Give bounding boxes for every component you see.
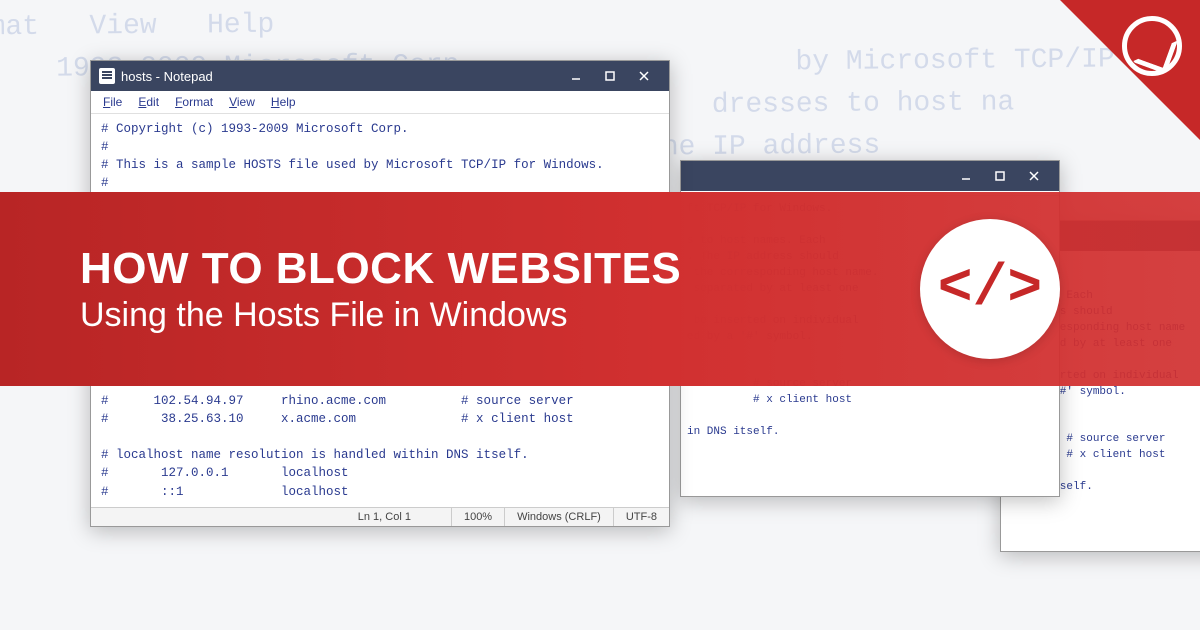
banner-title: HOW TO BLOCK WEBSITES xyxy=(80,244,681,294)
notepad-app-icon xyxy=(99,68,115,84)
banner-subtitle: Using the Hosts File in Windows xyxy=(80,296,681,335)
maximize-button[interactable] xyxy=(983,161,1017,191)
close-button[interactable] xyxy=(627,61,661,91)
titlebar[interactable] xyxy=(681,161,1059,191)
titlebar[interactable]: hosts - Notepad xyxy=(91,61,669,91)
status-zoom: 100% xyxy=(451,508,504,526)
brand-logo-icon xyxy=(1122,16,1182,76)
menu-help[interactable]: Help xyxy=(265,93,302,111)
code-badge-icon: </> xyxy=(920,219,1060,359)
status-bar: Ln 1, Col 1 100% Windows (CRLF) UTF-8 xyxy=(91,507,669,526)
menu-edit[interactable]: Edit xyxy=(132,93,165,111)
menu-bar: File Edit Format View Help xyxy=(91,91,669,114)
status-line-ending: Windows (CRLF) xyxy=(504,508,613,526)
brand-corner xyxy=(1060,0,1200,140)
minimize-button[interactable] xyxy=(559,61,593,91)
window-title: hosts - Notepad xyxy=(121,69,559,84)
minimize-button[interactable] xyxy=(949,161,983,191)
menu-file[interactable]: File xyxy=(97,93,128,111)
close-button[interactable] xyxy=(1017,161,1051,191)
menu-format[interactable]: Format xyxy=(169,93,219,111)
status-position: Ln 1, Col 1 xyxy=(91,508,451,526)
status-encoding: UTF-8 xyxy=(613,508,669,526)
headline-banner: HOW TO BLOCK WEBSITES Using the Hosts Fi… xyxy=(0,192,1200,386)
menu-view[interactable]: View xyxy=(223,93,261,111)
maximize-button[interactable] xyxy=(593,61,627,91)
